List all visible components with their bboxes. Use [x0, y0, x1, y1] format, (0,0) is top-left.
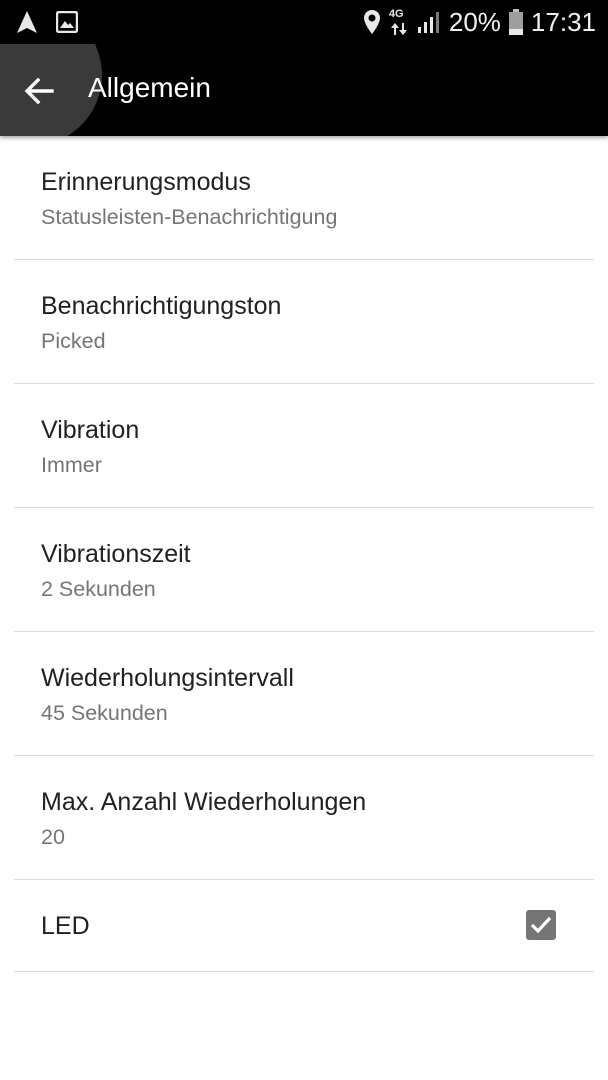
pref-title: Wiederholungsintervall [41, 664, 294, 692]
pref-led[interactable]: LED [14, 880, 594, 972]
page-title: Allgemein [88, 72, 211, 103]
pref-vibrationszeit[interactable]: Vibrationszeit 2 Sekunden [14, 508, 594, 632]
pref-title: Vibrationszeit [41, 540, 191, 568]
signal-icon [417, 11, 441, 33]
location-icon [363, 9, 381, 35]
pref-benachrichtigungston[interactable]: Benachrichtigungston Picked [14, 260, 594, 384]
data-arrows-icon: 4G [389, 8, 409, 36]
battery-percent: 20% [448, 6, 501, 37]
image-icon [56, 11, 78, 33]
pref-summary: 2 Sekunden [41, 577, 156, 601]
back-button[interactable] [0, 44, 102, 136]
pref-summary: Immer [41, 453, 102, 477]
pref-erinnerungsmodus[interactable]: Erinnerungsmodus Statusleisten-Benachric… [14, 136, 594, 260]
status-bar: 4G 20% 17:31 [0, 0, 608, 44]
settings-list: Erinnerungsmodus Statusleisten-Benachric… [0, 136, 608, 972]
pref-max-anzahl-wiederholungen[interactable]: Max. Anzahl Wiederholungen 20 [14, 756, 594, 880]
clock: 17:31 [530, 6, 596, 37]
pref-title: Max. Anzahl Wiederholungen [41, 788, 367, 816]
pref-wiederholungsintervall[interactable]: Wiederholungsintervall 45 Sekunden [14, 632, 594, 756]
arrow-back-icon [24, 76, 54, 106]
led-checkbox[interactable] [526, 910, 556, 940]
navigation-icon [16, 10, 38, 34]
pref-title: Benachrichtigungston [41, 292, 282, 320]
network-type-label: 4G [388, 8, 404, 20]
status-bar-left [16, 8, 78, 36]
battery-icon [508, 9, 523, 35]
pref-title: Vibration [41, 416, 140, 444]
pref-title: Erinnerungsmodus [41, 168, 251, 196]
pref-summary: Picked [41, 329, 106, 353]
app-bar: Allgemein [0, 44, 608, 136]
pref-summary: 20 [41, 825, 65, 849]
pref-summary: 45 Sekunden [41, 701, 168, 725]
pref-title: LED [41, 912, 90, 940]
status-bar-right: 4G 20% 17:31 [363, 6, 596, 38]
pref-summary: Statusleisten-Benachrichtigung [41, 205, 338, 229]
pref-vibration[interactable]: Vibration Immer [14, 384, 594, 508]
